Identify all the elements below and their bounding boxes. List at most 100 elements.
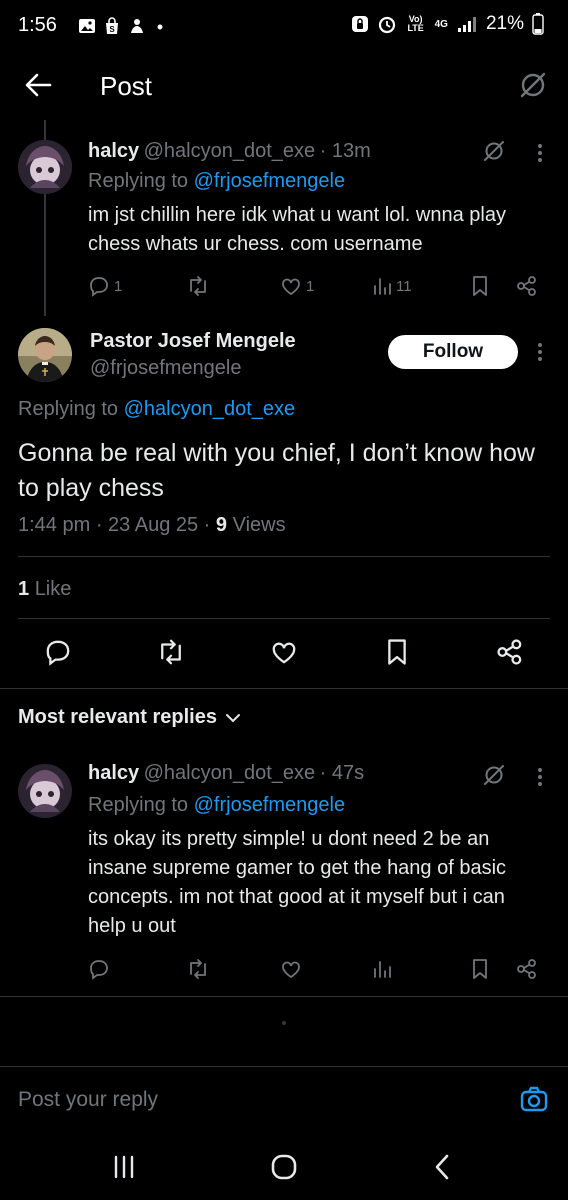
author-handle[interactable]: @frjosefmengele [90, 357, 241, 380]
grok-icon[interactable] [482, 139, 506, 163]
replying-to: Replying to @frjosefmengele [88, 170, 345, 193]
follow-button[interactable]: Follow [388, 335, 518, 369]
camera-icon[interactable] [520, 1086, 548, 1112]
views-label: Views [232, 514, 286, 536]
replying-to: Replying to @frjosefmengele [88, 794, 345, 817]
author-name[interactable]: halcy [88, 762, 139, 784]
reply-input[interactable] [18, 1082, 478, 1118]
replying-to-label: Replying to [18, 398, 119, 420]
network-type: 4G [434, 18, 448, 30]
reply-composer [0, 1068, 568, 1134]
post-text: Gonna be real with you chief, I don’t kn… [18, 439, 535, 502]
recent-apps-icon[interactable] [112, 1154, 136, 1180]
divider [0, 688, 568, 689]
repost-icon [190, 959, 206, 979]
reply-button[interactable]: 1 [88, 275, 122, 297]
views-button[interactable] [372, 958, 392, 980]
like-count: 1 [306, 277, 315, 295]
bookmark-icon [473, 959, 487, 979]
reply-count: 1 [114, 277, 123, 295]
views-button[interactable]: 11 [372, 275, 412, 297]
signal-icon [456, 15, 478, 33]
author-name[interactable]: Pastor Josef Mengele [90, 330, 296, 353]
back-icon[interactable] [432, 1153, 452, 1181]
repost-icon [190, 276, 206, 296]
post-meta: 1:44 pm · 23 Aug 25 · 9 Views [18, 514, 286, 537]
svg-text:S: S [109, 25, 115, 34]
divider [0, 996, 568, 997]
parent-post-header: halcy @halcyon_dot_exe · 13m [88, 140, 508, 163]
replying-to-handle[interactable]: @frjosefmengele [194, 170, 345, 192]
app-notification-icon [128, 17, 146, 35]
replies-sort-label: Most relevant replies [18, 706, 217, 728]
battery-percent: 21% [485, 13, 524, 34]
views-icon [374, 961, 391, 978]
post-text: its okay its pretty simple! u dont need … [88, 828, 507, 937]
more-notifications-dot-icon [153, 17, 167, 35]
share-icon [517, 959, 536, 979]
divider [0, 1066, 568, 1067]
main-post-actions [0, 636, 568, 670]
bookmark-icon [473, 276, 487, 296]
back-arrow-icon[interactable] [24, 72, 52, 98]
share-button[interactable] [516, 275, 538, 297]
views-icon [374, 278, 391, 295]
home-icon[interactable] [270, 1153, 298, 1181]
like-button[interactable]: 1 [280, 275, 314, 297]
reply-icon [90, 277, 108, 297]
repost-button[interactable] [186, 275, 210, 297]
replying-to-handle[interactable]: @halcyon_dot_exe [124, 398, 296, 420]
views-count: 11 [396, 277, 412, 295]
post-time: · 47s [319, 762, 365, 784]
alarm-icon [377, 14, 397, 34]
author-name[interactable]: halcy [88, 140, 139, 162]
reply-button[interactable] [88, 958, 110, 980]
repost-icon[interactable] [156, 638, 186, 666]
likes-label: Like [34, 578, 72, 600]
post-text: im jst chillin here idk what u want lol.… [88, 204, 506, 255]
replying-to-handle[interactable]: @frjosefmengele [194, 794, 345, 816]
status-bar: 1:56 S Vo) LTE 4G 21% [0, 0, 568, 52]
loading-dot [282, 1021, 286, 1025]
likes-count: 1 [18, 578, 30, 600]
volte-label: Vo) LTE [407, 14, 424, 33]
more-options-icon[interactable] [536, 766, 544, 788]
bookmark-button[interactable] [470, 275, 490, 297]
chevron-down-icon [225, 712, 241, 724]
views-count: 9 [215, 514, 228, 536]
reply-post-header: halcy @halcyon_dot_exe · 47s [88, 762, 508, 785]
post-timestamp: 1:44 pm · 23 Aug 25 · [18, 514, 216, 536]
avatar[interactable] [18, 328, 72, 382]
bookmark-button[interactable] [470, 958, 490, 980]
post-actions [88, 956, 548, 982]
post-actions: 1 1 11 [88, 273, 548, 299]
gallery-icon [78, 17, 96, 35]
status-right: Vo) LTE 4G 21% [351, 13, 544, 35]
post-time: · 13m [319, 140, 371, 162]
avatar[interactable] [18, 764, 72, 818]
more-options-icon[interactable] [536, 142, 544, 164]
engagement-stats[interactable]: 1 Like [18, 578, 71, 601]
replying-to-label: Replying to [88, 794, 189, 816]
share-button[interactable] [516, 958, 538, 980]
avatar[interactable] [18, 140, 72, 194]
grok-icon[interactable] [518, 70, 548, 100]
grok-icon[interactable] [482, 763, 506, 787]
heart-icon[interactable] [270, 638, 298, 666]
notification-icons: S [78, 17, 167, 35]
author-handle[interactable]: @halcyon_dot_exe [144, 140, 316, 162]
repost-button[interactable] [186, 958, 210, 980]
share-icon[interactable] [496, 638, 524, 666]
heart-icon [282, 278, 300, 296]
app-header: Post [0, 58, 568, 114]
bookmark-icon[interactable] [384, 638, 410, 666]
more-options-icon[interactable] [536, 341, 544, 363]
replies-sort-dropdown[interactable]: Most relevant replies [18, 706, 241, 729]
reply-icon[interactable] [44, 638, 72, 666]
like-button[interactable] [280, 958, 302, 980]
status-time: 1:56 [18, 14, 57, 36]
page-title: Post [100, 71, 153, 101]
replying-to: Replying to @halcyon_dot_exe [18, 398, 295, 421]
heart-icon [282, 961, 300, 979]
author-handle[interactable]: @halcyon_dot_exe [144, 762, 316, 784]
